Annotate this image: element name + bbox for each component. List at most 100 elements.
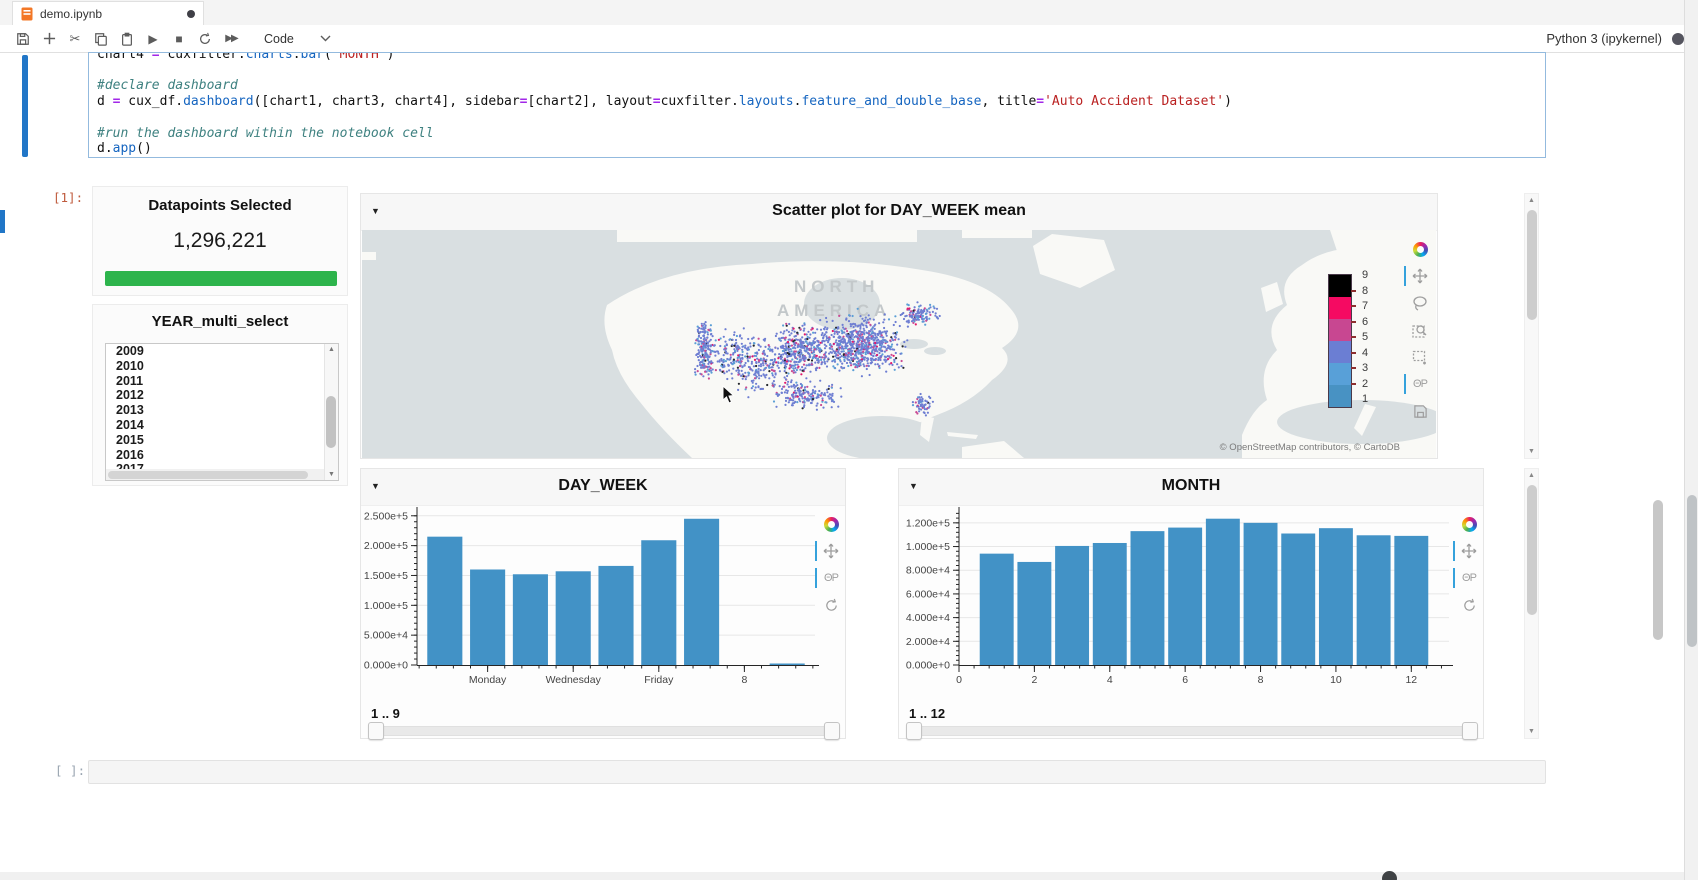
notebook-tab[interactable]: demo.ipynb bbox=[12, 1, 204, 25]
copy-icon bbox=[94, 32, 108, 46]
slider-handle-left[interactable] bbox=[368, 722, 384, 740]
scrollbar-thumb[interactable] bbox=[1527, 210, 1537, 320]
plus-icon bbox=[43, 32, 56, 45]
year-multi-select-card: YEAR_multi_select 2009201020112012201320… bbox=[92, 304, 348, 486]
x-tick-label: 10 bbox=[1330, 674, 1342, 686]
floating-button-partial[interactable] bbox=[1382, 871, 1397, 880]
basemap: NORTH AMERICA bbox=[362, 230, 1436, 458]
scroll-down-arrow-icon[interactable]: ▼ bbox=[1525, 728, 1538, 735]
year-option-2015[interactable]: 2015 bbox=[106, 433, 338, 448]
run-all-button[interactable]: ▶▶ bbox=[218, 28, 244, 50]
scrollbar-thumb[interactable] bbox=[1687, 495, 1697, 647]
legend-tick-label: 4 bbox=[1362, 347, 1382, 359]
scroll-down-arrow-icon[interactable]: ▼ bbox=[325, 471, 338, 478]
code-line bbox=[97, 63, 1232, 79]
save-button[interactable] bbox=[10, 28, 36, 50]
kernel-name[interactable]: Python 3 (ipykernel) bbox=[1546, 31, 1662, 46]
day-week-title: DAY_WEEK bbox=[361, 477, 845, 495]
year-option-2013[interactable]: 2013 bbox=[106, 403, 338, 418]
y-tick-label: 1.000e+5 bbox=[906, 541, 950, 553]
legend-tick-label: 8 bbox=[1362, 285, 1382, 297]
add-cell-button[interactable] bbox=[36, 28, 62, 50]
kernel-status-indicator[interactable] bbox=[1672, 33, 1684, 45]
day-week-range-slider[interactable] bbox=[369, 726, 839, 736]
slider-handle-right[interactable] bbox=[1462, 722, 1478, 740]
year-options: 200920102011201220132014201520162017 bbox=[106, 344, 338, 477]
box-select-icon[interactable] bbox=[1411, 348, 1429, 366]
month-header: ▼ MONTH bbox=[899, 469, 1483, 506]
bar bbox=[470, 569, 505, 665]
map-toolbar: ΘΡ bbox=[1411, 240, 1429, 420]
code-line: d = cux_df.dashboard([chart1, chart3, ch… bbox=[97, 94, 1232, 110]
scroll-down-arrow-icon[interactable]: ▼ bbox=[1525, 448, 1538, 455]
year-option-2011[interactable]: 2011 bbox=[106, 374, 338, 389]
bokeh-logo-icon[interactable] bbox=[1460, 515, 1478, 533]
bokeh-logo-icon[interactable] bbox=[1411, 240, 1429, 258]
scroll-up-arrow-icon[interactable]: ▲ bbox=[1525, 472, 1538, 479]
pan-tool-icon[interactable] bbox=[1411, 267, 1429, 285]
bar bbox=[556, 571, 591, 665]
cut-cells-button[interactable]: ✂ bbox=[62, 28, 88, 50]
copy-cells-button[interactable] bbox=[88, 28, 114, 50]
legend-band bbox=[1329, 275, 1351, 297]
restart-kernel-button[interactable] bbox=[192, 28, 218, 50]
stop-button[interactable]: ■ bbox=[166, 28, 192, 50]
code-line: #declare dashboard bbox=[97, 78, 1232, 94]
lasso-select-icon[interactable] bbox=[1411, 294, 1429, 312]
month-range-slider[interactable] bbox=[907, 726, 1477, 736]
scroll-up-arrow-icon[interactable]: ▲ bbox=[325, 346, 338, 353]
wheel-zoom-icon[interactable]: ΘΡ bbox=[822, 569, 840, 587]
slider-handle-right[interactable] bbox=[824, 722, 840, 740]
year-option-2010[interactable]: 2010 bbox=[106, 359, 338, 374]
map-canvas[interactable]: NORTH AMERICA 987654321 bbox=[362, 230, 1436, 458]
x-tick-label: 0 bbox=[956, 674, 962, 686]
scroll-up-arrow-icon[interactable]: ▲ bbox=[1525, 197, 1538, 204]
month-plot[interactable]: 0.000e+02.000e+44.000e+46.000e+48.000e+4… bbox=[901, 505, 1457, 705]
x-tick-label: Wednesday bbox=[546, 674, 602, 686]
wheel-zoom-icon[interactable]: ΘΡ bbox=[1460, 569, 1478, 587]
pan-tool-icon[interactable] bbox=[822, 542, 840, 560]
day-week-toolbar: ΘΡ bbox=[822, 515, 840, 614]
legend-tick-label: 2 bbox=[1362, 378, 1382, 390]
mouse-cursor bbox=[722, 385, 736, 405]
year-option-2009[interactable]: 2009 bbox=[106, 344, 338, 359]
day-week-plot[interactable]: 0.000e+05.000e+41.000e+51.500e+52.000e+5… bbox=[363, 505, 823, 705]
save-tool-icon[interactable] bbox=[1411, 402, 1429, 420]
empty-code-cell[interactable] bbox=[88, 760, 1546, 784]
unsaved-changes-dot[interactable] bbox=[187, 10, 195, 18]
year-list-vscrollbar[interactable]: ▲ ▼ bbox=[324, 344, 338, 480]
box-zoom-icon[interactable] bbox=[1411, 321, 1429, 339]
stop-icon: ■ bbox=[175, 32, 182, 46]
panel-scrollbar-top[interactable]: ▲ ▼ bbox=[1524, 193, 1539, 459]
x-tick-label: Friday bbox=[644, 674, 674, 686]
year-multi-select-listbox[interactable]: 200920102011201220132014201520162017 ▲ ▼ bbox=[105, 343, 339, 481]
bokeh-logo-icon[interactable] bbox=[822, 515, 840, 533]
bar bbox=[1357, 535, 1391, 665]
slider-handle-left[interactable] bbox=[906, 722, 922, 740]
scrollbar-thumb[interactable] bbox=[1653, 500, 1663, 640]
page-bottom-strip bbox=[0, 872, 1684, 880]
pan-tool-icon[interactable] bbox=[1460, 542, 1478, 560]
cell-type-dropdown[interactable]: Code bbox=[258, 30, 337, 48]
panel-scrollbar-bottom[interactable]: ▲ ▼ bbox=[1524, 468, 1539, 739]
paste-cells-button[interactable] bbox=[114, 28, 140, 50]
browser-scrollbar[interactable] bbox=[1684, 0, 1698, 880]
run-button[interactable]: ▶ bbox=[140, 28, 166, 50]
notebook-scrollbar[interactable] bbox=[1652, 52, 1665, 880]
code-cell-editor[interactable]: chart4 = cuxfilter.charts.bar('MONTH') #… bbox=[88, 52, 1546, 158]
reset-tool-icon[interactable] bbox=[1460, 596, 1478, 614]
legend-band bbox=[1329, 385, 1351, 407]
scrollbar-thumb[interactable] bbox=[326, 396, 336, 448]
bar bbox=[1131, 531, 1165, 665]
wheel-zoom-icon[interactable]: ΘΡ bbox=[1411, 375, 1429, 393]
x-tick-label: 12 bbox=[1405, 674, 1417, 686]
bar bbox=[1093, 543, 1127, 665]
year-option-2016[interactable]: 2016 bbox=[106, 448, 338, 463]
scrollbar-thumb[interactable] bbox=[1527, 485, 1537, 615]
y-tick-label: 6.000e+4 bbox=[906, 588, 950, 600]
year-option-2014[interactable]: 2014 bbox=[106, 418, 338, 433]
reset-tool-icon[interactable] bbox=[822, 596, 840, 614]
year-list-hscrollbar[interactable] bbox=[106, 469, 324, 480]
year-option-2012[interactable]: 2012 bbox=[106, 388, 338, 403]
map-attribution[interactable]: © OpenStreetMap contributors, © CartoDB bbox=[1220, 442, 1400, 453]
